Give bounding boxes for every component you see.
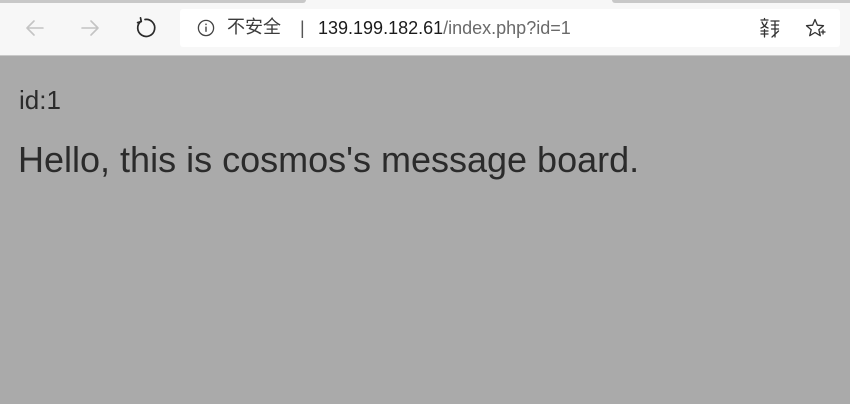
address-bar[interactable]: 不安全 | 139.199.182.61/index.php?id=1 [180, 9, 840, 47]
translate-icon[interactable] [759, 17, 781, 39]
url-host: 139.199.182.61 [318, 18, 444, 38]
browser-window: 不安全 | 139.199.182.61/index.php?id=1 id:1… [0, 0, 850, 404]
inactive-tab-left[interactable] [0, 0, 306, 3]
refresh-icon [136, 16, 156, 38]
message-heading: Hello, this is cosmos's message board. [18, 139, 640, 180]
tab-strip [0, 0, 850, 4]
url-path: /index.php?id=1 [443, 18, 571, 38]
id-text: id:1 [19, 85, 61, 115]
star-icon[interactable] [804, 17, 826, 39]
url-text[interactable]: 139.199.182.61/index.php?id=1 [318, 18, 571, 38]
page-content: id:1 Hello, this is cosmos's message boa… [0, 57, 850, 404]
arrow-right-icon [81, 20, 99, 36]
inactive-tab-right[interactable] [612, 0, 850, 3]
forward-button[interactable] [74, 12, 106, 44]
info-icon[interactable] [197, 19, 215, 37]
address-separator: | [300, 18, 305, 38]
arrow-left-icon [26, 20, 44, 36]
security-status-label[interactable]: 不安全 [227, 18, 281, 38]
refresh-button[interactable] [129, 12, 161, 44]
browser-toolbar: 不安全 | 139.199.182.61/index.php?id=1 [0, 0, 850, 56]
back-button[interactable] [19, 12, 51, 44]
